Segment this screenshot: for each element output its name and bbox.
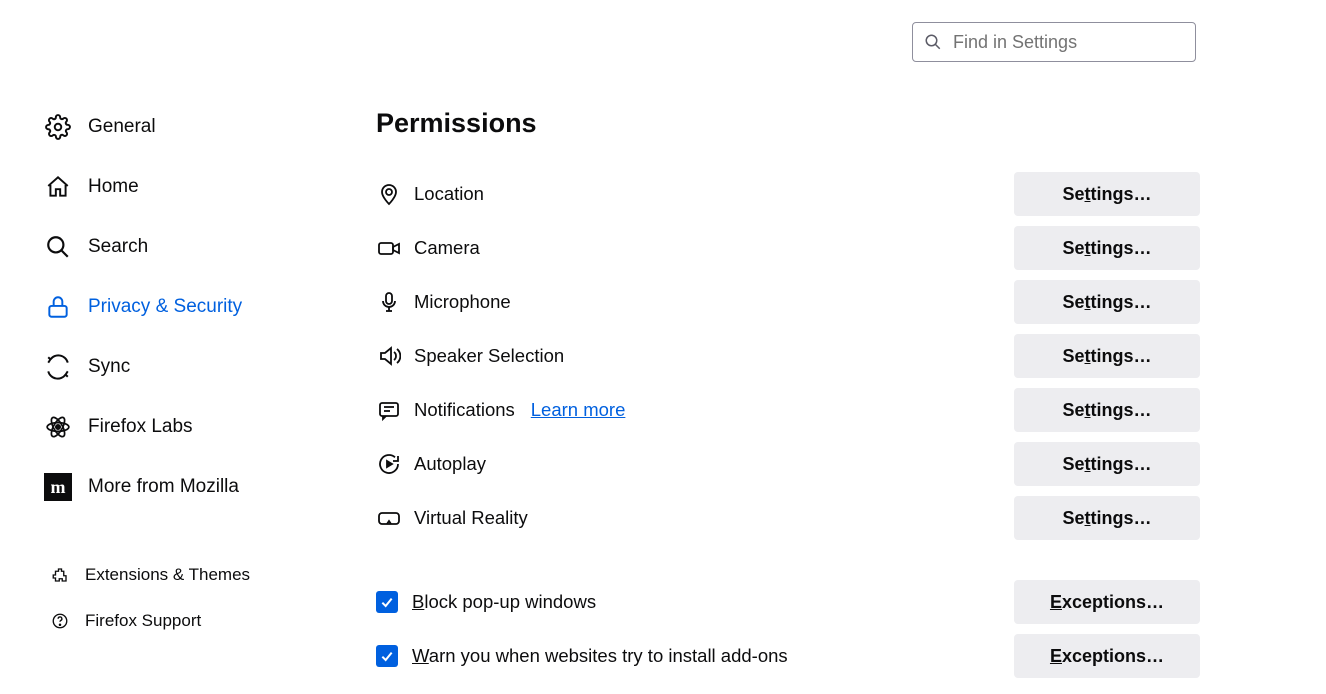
settings-button-speaker[interactable]: Settings… [1014,334,1200,378]
permission-row-speaker: Speaker Selection Settings… [376,329,1200,383]
permission-label: Speaker Selection [414,345,564,367]
gear-icon [43,112,73,142]
atom-icon [43,412,73,442]
location-icon [376,181,402,207]
sidebar-item-labs[interactable]: Firefox Labs [43,397,343,457]
camera-icon [376,235,402,261]
permission-label: Camera [414,237,480,259]
main-content: Permissions Location Settings… Camera Se… [376,108,1200,683]
notification-icon [376,397,402,423]
checkbox-label: Block pop-up windows [412,591,596,613]
settings-button-autoplay[interactable]: Settings… [1014,442,1200,486]
sidebar-item-label: General [88,116,156,138]
sidebar-item-extensions[interactable]: Extensions & Themes [49,552,349,598]
permission-row-camera: Camera Settings… [376,221,1200,275]
permission-row-microphone: Microphone Settings… [376,275,1200,329]
help-icon [49,610,71,632]
sidebar-item-label: More from Mozilla [88,476,239,498]
sidebar-item-privacy[interactable]: Privacy & Security [43,277,343,337]
sidebar-item-more-mozilla[interactable]: m More from Mozilla [43,457,343,517]
settings-button-microphone[interactable]: Settings… [1014,280,1200,324]
speaker-icon [376,343,402,369]
sidebar-item-label: Search [88,236,148,258]
sidebar-item-home[interactable]: Home [43,157,343,217]
checkbox-warn-addons[interactable] [376,645,398,667]
magnify-icon [43,232,73,262]
sidebar-item-label: Sync [88,356,130,378]
sidebar-item-label: Home [88,176,139,198]
sync-icon [43,352,73,382]
settings-button-notifications[interactable]: Settings… [1014,388,1200,432]
section-title: Permissions [376,108,1200,139]
sidebar-item-label: Extensions & Themes [85,565,250,585]
search-icon [924,33,942,51]
permission-row-notifications: Notifications Learn more Settings… [376,383,1200,437]
puzzle-icon [49,564,71,586]
exceptions-button-addons[interactable]: Exceptions… [1014,634,1200,678]
search-input[interactable] [912,22,1196,62]
sidebar-item-label: Firefox Labs [88,416,193,438]
checkbox-row-block-popups: Block pop-up windows Exceptions… [376,575,1200,629]
search-container [912,22,1196,62]
checkbox-row-warn-addons: Warn you when websites try to install ad… [376,629,1200,683]
home-icon [43,172,73,202]
sidebar-item-search[interactable]: Search [43,217,343,277]
permission-label: Virtual Reality [414,507,528,529]
checkbox-block-popups[interactable] [376,591,398,613]
settings-button-camera[interactable]: Settings… [1014,226,1200,270]
vr-icon [376,505,402,531]
sidebar-item-label: Privacy & Security [88,296,242,318]
permission-label: Microphone [414,291,511,313]
sidebar-item-support[interactable]: Firefox Support [49,598,349,644]
exceptions-button-popups[interactable]: Exceptions… [1014,580,1200,624]
permission-row-autoplay: Autoplay Settings… [376,437,1200,491]
lock-icon [43,292,73,322]
settings-button-location[interactable]: Settings… [1014,172,1200,216]
permission-row-location: Location Settings… [376,167,1200,221]
settings-button-vr[interactable]: Settings… [1014,496,1200,540]
permission-row-vr: Virtual Reality Settings… [376,491,1200,545]
checkbox-label: Warn you when websites try to install ad… [412,645,788,667]
permission-label: Autoplay [414,453,486,475]
permission-label: Notifications [414,399,515,421]
mozilla-icon: m [43,472,73,502]
sidebar: General Home Search Privacy & Security [43,97,343,517]
sidebar-item-label: Firefox Support [85,611,201,631]
sidebar-item-general[interactable]: General [43,97,343,157]
sidebar-item-sync[interactable]: Sync [43,337,343,397]
learn-more-link[interactable]: Learn more [531,399,626,421]
permission-label: Location [414,183,484,205]
microphone-icon [376,289,402,315]
sidebar-bottom: Extensions & Themes Firefox Support [49,552,349,644]
autoplay-icon [376,451,402,477]
